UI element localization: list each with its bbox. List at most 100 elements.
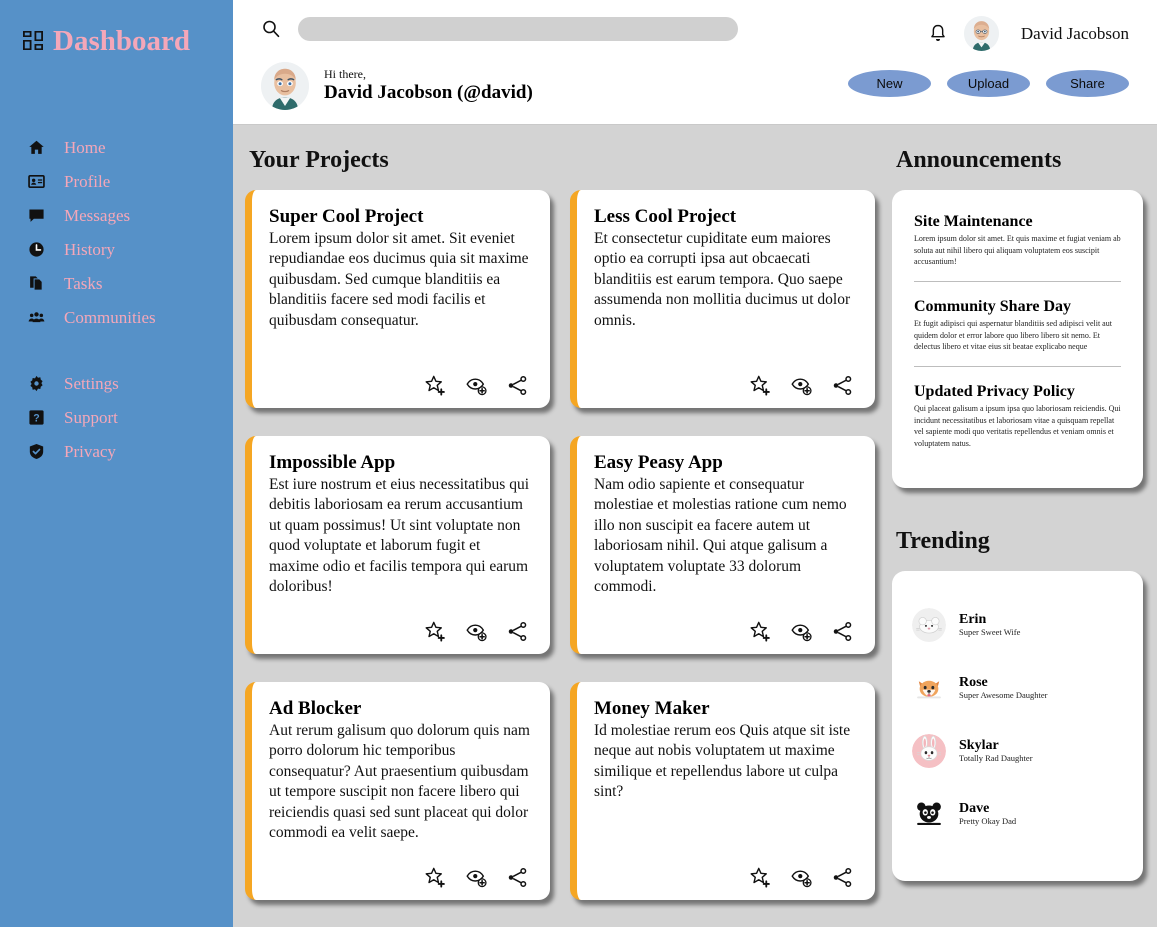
- project-description: Aut rerum galisum quo dolorum quis nam p…: [269, 721, 530, 842]
- header-right-cluster: David Jacobson: [928, 16, 1129, 51]
- sidebar-item-communities[interactable]: Communities: [0, 300, 233, 334]
- project-card[interactable]: Easy Peasy App Nam odio sapiente et cons…: [570, 436, 875, 654]
- brand-logo[interactable]: Dashboard: [0, 18, 233, 64]
- sidebar-item-messages[interactable]: Messages: [0, 198, 233, 232]
- search-icon: [261, 19, 281, 39]
- star-plus-icon[interactable]: [750, 621, 771, 642]
- project-card-actions: [594, 621, 859, 644]
- search-input[interactable]: [298, 17, 738, 41]
- sidebar-label-privacy: Privacy: [64, 441, 116, 461]
- list-item[interactable]: Rose Super Awesome Daughter: [912, 656, 1123, 719]
- project-card-actions: [269, 375, 534, 398]
- sidebar-label-communities: Communities: [64, 307, 156, 327]
- share-nodes-icon[interactable]: [507, 867, 528, 888]
- eye-plus-icon[interactable]: [466, 375, 487, 396]
- top-header: David Jacobson Hi there, David Jacobson …: [233, 0, 1157, 125]
- sidebar-item-settings[interactable]: Settings: [0, 366, 233, 400]
- project-title: Impossible App: [269, 452, 396, 473]
- announcement-item[interactable]: Community Share Day Et fugit adipisci qu…: [914, 293, 1121, 353]
- trend-text-block: Rose Super Awesome Daughter: [959, 675, 1047, 701]
- announcement-body: Qui placeat galisum a ipsum ipsa quo lab…: [914, 404, 1121, 448]
- trend-role: Pretty Okay Dad: [959, 816, 1017, 827]
- share-nodes-icon[interactable]: [832, 375, 853, 396]
- project-card[interactable]: Impossible App Est iure nostrum et eius …: [245, 436, 550, 654]
- documents-icon: [28, 275, 45, 292]
- clock-icon: [28, 241, 45, 258]
- eye-plus-icon[interactable]: [466, 621, 487, 642]
- sidebar-label-messages: Messages: [64, 205, 131, 225]
- id-card-icon: [28, 173, 45, 190]
- list-item[interactable]: Skylar Totally Rad Daughter: [912, 719, 1123, 782]
- sidebar-item-privacy[interactable]: Privacy: [0, 434, 233, 468]
- star-plus-icon[interactable]: [750, 867, 771, 888]
- trend-text-block: Dave Pretty Okay Dad: [959, 801, 1016, 827]
- sidebar-label-home: Home: [64, 137, 106, 157]
- list-item[interactable]: Erin Super Sweet Wife: [912, 593, 1123, 656]
- sidebar-item-home[interactable]: Home: [0, 130, 233, 164]
- sidebar-secondary-nav: Settings ? Support Privacy: [0, 366, 233, 468]
- panda-avatar-icon: [912, 796, 946, 831]
- star-plus-icon[interactable]: [425, 867, 446, 888]
- header-account-name: David Jacobson: [1020, 23, 1129, 43]
- project-card-actions: [594, 375, 859, 398]
- sidebar-label-profile: Profile: [64, 171, 111, 191]
- share-nodes-icon[interactable]: [507, 375, 528, 396]
- eye-plus-icon[interactable]: [791, 375, 812, 396]
- sidebar-item-profile[interactable]: Profile: [0, 164, 233, 198]
- sidebar-label-tasks: Tasks: [64, 273, 103, 293]
- project-description: Lorem ipsum dolor sit amet. Sit eveniet …: [269, 229, 529, 329]
- announcements-title: Announcements: [896, 147, 1062, 173]
- announcement-item[interactable]: Site Maintenance Lorem ipsum dolor sit a…: [914, 208, 1121, 268]
- project-card-actions: [269, 867, 534, 890]
- trend-role: Totally Rad Daughter: [959, 753, 1033, 764]
- share-nodes-icon[interactable]: [832, 867, 853, 888]
- project-title: Super Cool Project: [269, 206, 424, 227]
- trend-name: Erin: [959, 611, 987, 627]
- project-card[interactable]: Less Cool Project Et consectetur cupidit…: [570, 190, 875, 408]
- question-box-icon: ?: [28, 409, 45, 426]
- project-description: Et consectetur cupiditate eum maiores op…: [594, 229, 851, 329]
- eye-plus-icon[interactable]: [466, 867, 487, 888]
- sidebar-item-tasks[interactable]: Tasks: [0, 266, 233, 300]
- star-plus-icon[interactable]: [425, 375, 446, 396]
- divider: [914, 280, 1121, 282]
- content-area: Your Projects Super Cool Project Lorem i…: [233, 125, 1157, 927]
- avatar[interactable]: [261, 62, 309, 110]
- announcement-body: Lorem ipsum dolor sit amet. Et quis maxi…: [914, 234, 1121, 267]
- list-item[interactable]: Dave Pretty Okay Dad: [912, 782, 1123, 845]
- announcement-item[interactable]: Updated Privacy Policy Qui placeat galis…: [914, 378, 1121, 450]
- rail-spacer: [892, 488, 1143, 528]
- sidebar-label-history: History: [64, 239, 115, 259]
- sidebar-label-support: Support: [64, 407, 118, 427]
- project-card[interactable]: Super Cool Project Lorem ipsum dolor sit…: [245, 190, 550, 408]
- star-plus-icon[interactable]: [425, 621, 446, 642]
- share-button[interactable]: Share: [1046, 70, 1129, 97]
- divider: [914, 365, 1121, 367]
- upload-button[interactable]: Upload: [947, 70, 1030, 97]
- bell-icon[interactable]: [928, 22, 948, 45]
- chat-bubble-icon: [28, 207, 45, 224]
- project-card[interactable]: Money Maker Id molestiae rerum eos Quis …: [570, 682, 875, 900]
- trending-panel: Erin Super Sweet Wife Rose Super Awesome…: [892, 571, 1143, 881]
- greeting-row: Hi there, David Jacobson (@david): [261, 62, 533, 110]
- greeting-pretext: Hi there,: [324, 66, 366, 81]
- eye-plus-icon[interactable]: [791, 621, 812, 642]
- header-action-buttons: New Upload Share: [848, 70, 1129, 97]
- sidebar-item-history[interactable]: History: [0, 232, 233, 266]
- announcement-body: Et fugit adipisci qui aspernatur blandit…: [914, 319, 1112, 352]
- trend-name: Skylar: [959, 737, 999, 753]
- new-button[interactable]: New: [848, 70, 931, 97]
- avatar[interactable]: [963, 16, 999, 51]
- eye-plus-icon[interactable]: [791, 867, 812, 888]
- share-nodes-icon[interactable]: [832, 621, 853, 642]
- star-plus-icon[interactable]: [750, 375, 771, 396]
- project-card-actions: [269, 621, 534, 644]
- home-icon: [28, 139, 45, 156]
- sidebar-item-support[interactable]: ? Support: [0, 400, 233, 434]
- greeting-name: David Jacobson (@david): [324, 82, 533, 104]
- project-card[interactable]: Ad Blocker Aut rerum galisum quo dolorum…: [245, 682, 550, 900]
- mouse-avatar-icon: [912, 607, 946, 642]
- project-title: Easy Peasy App: [594, 452, 723, 473]
- share-nodes-icon[interactable]: [507, 621, 528, 642]
- shield-check-icon: [28, 443, 45, 460]
